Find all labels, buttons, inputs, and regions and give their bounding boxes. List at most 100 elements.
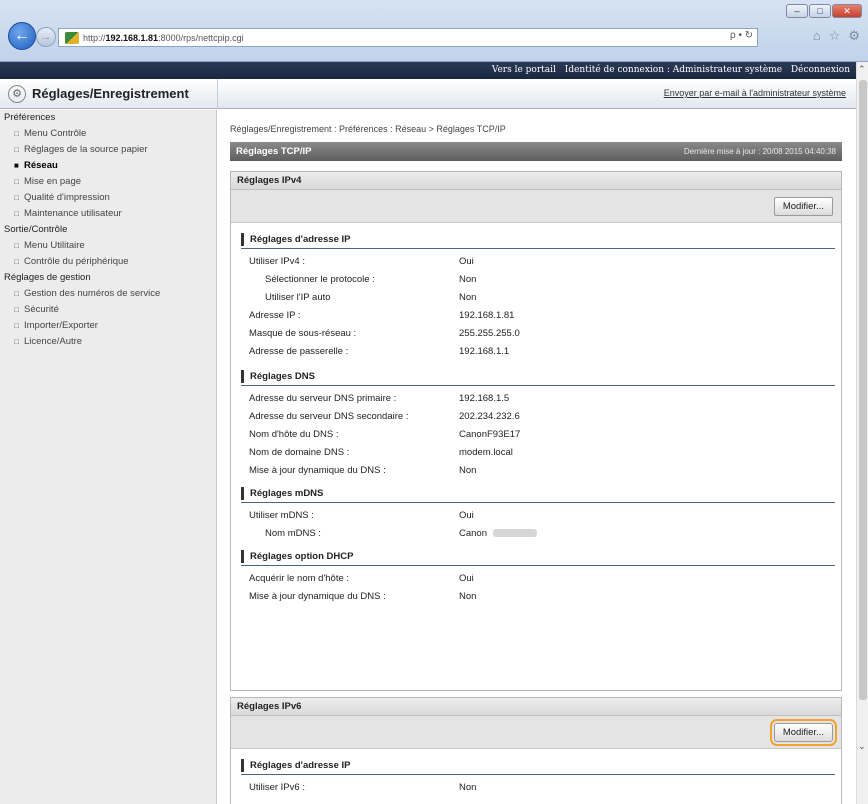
setting-label: Utiliser IPv4 : — [249, 256, 305, 267]
setting-label: Mise à jour dynamique du DNS : — [249, 591, 386, 602]
setting-value: Oui — [459, 256, 474, 267]
setting-value: Non — [459, 782, 477, 793]
settings-gear-icon: ⚙ — [8, 85, 26, 103]
bullet-icon: □ — [14, 209, 19, 218]
group-title: Réglages mDNS — [241, 487, 323, 500]
minimize-button[interactable]: – — [786, 4, 808, 18]
setting-value: 202.234.232.6 — [459, 411, 520, 422]
browser-toolbar: ⌂ ☆ ⚙ — [813, 28, 860, 44]
search-refresh-icon[interactable]: ρ • ↻ — [730, 30, 753, 41]
setting-label: Utiliser IPv6 : — [249, 782, 305, 793]
ipv6-toolbar: Modifier... — [231, 716, 841, 749]
bullet-icon: □ — [14, 289, 19, 298]
setting-label: Nom de domaine DNS : — [249, 447, 350, 458]
email-admin-link[interactable]: Envoyer par e-mail à l'administrateur sy… — [664, 88, 846, 98]
setting-value: Non — [459, 274, 477, 285]
scroll-down-arrow-icon[interactable]: ⌄ — [858, 741, 866, 752]
sidebar-item[interactable]: □ Réglages de la source papier — [0, 142, 216, 158]
bullet-icon: □ — [14, 337, 19, 346]
scroll-up-arrow-icon[interactable]: ⌃ — [858, 64, 866, 75]
logout-link[interactable]: Déconnexion — [791, 65, 850, 75]
bullet-icon: □ — [14, 193, 19, 202]
bullet-icon: □ — [14, 305, 19, 314]
ipv4-toolbar: Modifier... — [231, 190, 841, 223]
bullet-icon: □ — [14, 177, 19, 186]
bullet-icon: □ — [14, 145, 19, 154]
sidebar-item-label: Importer/Exporter — [24, 320, 98, 331]
setting-label: Nom mDNS : — [265, 528, 321, 539]
group-title: Réglages option DHCP — [241, 550, 353, 563]
url-text: http://192.168.1.81:8000/rps/nettcpip.cg… — [83, 32, 244, 43]
page-scrollbar[interactable]: ⌃ ⌄ — [856, 62, 868, 804]
edit-ipv4-button[interactable]: Modifier... — [773, 197, 833, 216]
group-title: Réglages d'adresse IP — [241, 759, 350, 772]
sidebar-item[interactable]: □ Menu Utilitaire — [0, 238, 216, 254]
banner-links: Vers le portail Identité de connexion : … — [486, 65, 850, 75]
setting-label: Adresse IP : — [249, 310, 301, 321]
ipv4-panel-title: Réglages IPv4 — [231, 172, 841, 190]
favorites-star-icon[interactable]: ☆ — [829, 28, 841, 44]
home-icon[interactable]: ⌂ — [813, 28, 821, 44]
sidebar-item-label: Menu Utilitaire — [24, 240, 85, 251]
setting-label: Mise à jour dynamique du DNS : — [249, 465, 386, 476]
bullet-icon: □ — [14, 241, 19, 250]
ipv6-panel-title: Réglages IPv6 — [231, 698, 841, 716]
sidebar-item[interactable]: □ Licence/Autre — [0, 334, 216, 350]
site-favicon-icon — [65, 31, 79, 44]
group-divider — [241, 248, 835, 249]
settings-gear-icon[interactable]: ⚙ — [848, 28, 860, 44]
sidebar-item-label: Mise en page — [24, 176, 82, 187]
setting-value: modem.local — [459, 447, 513, 458]
sidebar-item[interactable]: □ Qualité d'impression — [0, 190, 216, 206]
sidebar-item[interactable]: ■ Réseau — [0, 158, 216, 174]
edit-ipv6-button[interactable]: Modifier... — [769, 719, 838, 746]
sidebar-item[interactable]: □ Importer/Exporter — [0, 318, 216, 334]
group-divider — [241, 774, 835, 775]
ipv4-panel: Réglages IPv4 Modifier... Réglages d'adr… — [230, 171, 842, 691]
sidebar-item-label: Réseau — [24, 160, 58, 171]
setting-label: Adresse du serveur DNS secondaire : — [249, 411, 409, 422]
back-arrow-icon[interactable]: ← — [8, 22, 36, 50]
sidebar-item[interactable]: □ Mise en page — [0, 174, 216, 190]
setting-label: Nom d'hôte du DNS : — [249, 429, 339, 440]
setting-label: Utiliser mDNS : — [249, 510, 314, 521]
sidebar-item-label: Sécurité — [24, 304, 59, 315]
forward-arrow-icon[interactable]: → — [36, 27, 56, 47]
sidebar-item[interactable]: □ Menu Contrôle — [0, 126, 216, 142]
setting-label: Sélectionner le protocole : — [265, 274, 375, 285]
main-content: Réglages/Enregistrement : Préférences : … — [218, 110, 850, 804]
page-title: Réglages/Enregistrement — [32, 86, 189, 101]
setting-value: 192.168.1.1 — [459, 346, 510, 357]
browser-chrome: – □ ✕ ← → http://192.168.1.81:8000/rps/n… — [0, 0, 868, 62]
breadcrumb: Réglages/Enregistrement : Préférences : … — [230, 124, 506, 134]
setting-value: Canon — [459, 528, 537, 539]
bullet-icon: ■ — [14, 161, 19, 170]
sidebar-item[interactable]: □ Maintenance utilisateur — [0, 206, 216, 222]
address-bar[interactable]: http://192.168.1.81:8000/rps/nettcpip.cg… — [58, 28, 758, 47]
close-button[interactable]: ✕ — [832, 4, 862, 18]
sidebar-item[interactable]: □ Gestion des numéros de service — [0, 286, 216, 302]
maximize-button[interactable]: □ — [809, 4, 831, 18]
ipv6-panel: Réglages IPv6 Modifier... Réglages d'adr… — [230, 697, 842, 804]
bullet-icon: □ — [14, 257, 19, 266]
portal-link[interactable]: Vers le portail — [492, 65, 556, 75]
sidebar-item-label: Licence/Autre — [24, 336, 83, 347]
redacted-value — [493, 529, 537, 538]
setting-label: Adresse de passerelle : — [249, 346, 349, 357]
setting-value: Non — [459, 292, 477, 303]
sidebar-item-label: Contrôle du périphérique — [24, 256, 129, 267]
setting-value: Oui — [459, 510, 474, 521]
divider — [217, 79, 218, 109]
setting-label: Masque de sous-réseau : — [249, 328, 357, 339]
scroll-thumb[interactable] — [859, 80, 867, 700]
sidebar-item[interactable]: □ Contrôle du périphérique — [0, 254, 216, 270]
group-divider — [241, 565, 835, 566]
sidebar-category: Réglages de gestion — [4, 272, 91, 283]
setting-value: Non — [459, 465, 477, 476]
bullet-icon: □ — [14, 321, 19, 330]
group-divider — [241, 385, 835, 386]
sidebar-category: Sortie/Contrôle — [4, 224, 68, 235]
sidebar-item[interactable]: □ Sécurité — [0, 302, 216, 318]
setting-value: Oui — [459, 573, 474, 584]
group-divider — [241, 502, 835, 503]
